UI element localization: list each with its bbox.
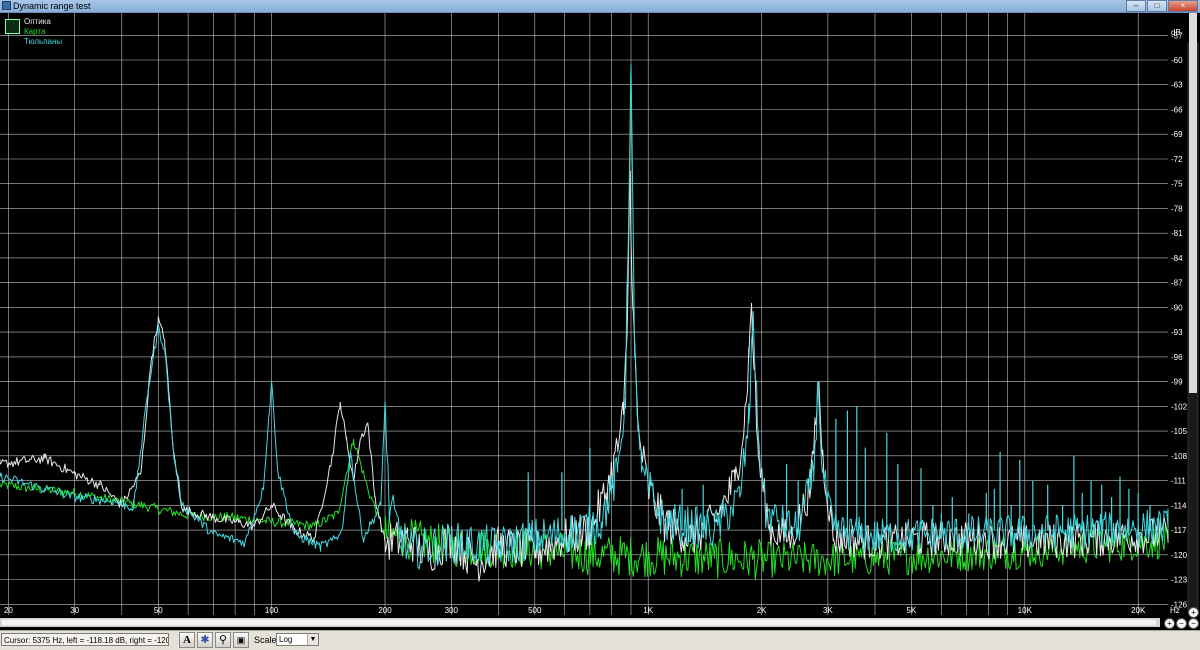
x-tick-label: 3K <box>823 606 833 615</box>
x-axis-unit: Hz <box>1170 606 1180 615</box>
x-tick-label: 10K <box>1018 606 1033 615</box>
legend-entry-tyulpany: Тюльпаны <box>24 37 63 46</box>
y-tick-label: -96 <box>1171 353 1183 362</box>
y-axis-unit: dB <box>1171 28 1181 37</box>
window-controls: – □ × <box>1126 0 1198 12</box>
x-tick-label: 300 <box>445 606 459 615</box>
x-tick-label: 500 <box>528 606 542 615</box>
x-tick-label: 5K <box>907 606 917 615</box>
y-tick-label: -75 <box>1171 180 1183 189</box>
x-tick-label: 30 <box>70 606 79 615</box>
x-tick-label: 1K <box>643 606 653 615</box>
y-tick-label: -102 <box>1171 402 1188 411</box>
x-tick-label: 20 <box>4 606 13 615</box>
horizontal-scrollbar-thumb[interactable] <box>0 618 1158 627</box>
y-tick-label: -93 <box>1171 328 1183 337</box>
window-title: Dynamic range test <box>13 1 91 11</box>
scale-label: Scale <box>254 635 277 645</box>
legend-entries: Оптика Карта Тюльпаны <box>24 17 62 47</box>
y-tick-label: -78 <box>1171 204 1183 213</box>
y-tick-label: -105 <box>1171 427 1188 436</box>
spectrum-chart[interactable]: -57-60-63-66-69-72-75-78-81-84-87-90-93-… <box>0 13 1200 630</box>
y-tick-label: -81 <box>1171 229 1183 238</box>
x-tick-label: 20K <box>1131 606 1146 615</box>
vertical-scrollbar-thumb[interactable] <box>1189 13 1197 393</box>
zoom-tool-icon[interactable]: ⚲ <box>215 632 231 648</box>
maximize-icon[interactable]: □ <box>1147 0 1167 12</box>
title-bar: Dynamic range test – □ × <box>0 0 1200 13</box>
scale-select[interactable]: Log ▼ <box>276 633 319 646</box>
cursor-readout: Cursor: 5375 Hz, left = -118.18 dB, righ… <box>1 633 169 646</box>
legend-entry-karta: Карта <box>24 27 46 36</box>
y-tick-label: -87 <box>1171 279 1183 288</box>
y-tick-label: -117 <box>1171 526 1187 535</box>
grid-icon[interactable] <box>5 19 20 34</box>
y-tick-label: -114 <box>1171 501 1187 510</box>
y-tick-label: -120 <box>1171 551 1188 560</box>
zoom-out-vertical-icon[interactable]: − <box>1188 618 1199 629</box>
x-tick-label: 200 <box>378 606 392 615</box>
save-icon[interactable]: ▣ <box>233 632 249 648</box>
y-tick-label: -72 <box>1171 155 1183 164</box>
y-tick-label: -90 <box>1171 303 1183 312</box>
minimize-icon[interactable]: – <box>1126 0 1146 12</box>
zoom-in-horizontal-icon[interactable]: + <box>1164 618 1175 629</box>
y-tick-label: -60 <box>1171 56 1183 65</box>
x-tick-label: 50 <box>154 606 163 615</box>
y-tick-label: -69 <box>1171 130 1183 139</box>
close-icon[interactable]: × <box>1168 0 1198 12</box>
text-annotation-icon[interactable]: A <box>179 632 195 648</box>
y-tick-label: -63 <box>1171 81 1183 90</box>
x-tick-label: 100 <box>265 606 279 615</box>
scale-select-value: Log <box>279 635 293 644</box>
settings-gear-icon[interactable]: ✱ <box>197 632 213 648</box>
status-bar: Cursor: 5375 Hz, left = -118.18 dB, righ… <box>0 630 1200 650</box>
y-tick-label: -66 <box>1171 106 1183 115</box>
y-tick-label: -111 <box>1171 477 1186 486</box>
y-tick-label: -99 <box>1171 378 1183 387</box>
zoom-in-vertical-icon[interactable]: + <box>1188 607 1199 618</box>
app-icon <box>2 1 11 10</box>
y-tick-label: -84 <box>1171 254 1183 263</box>
legend-entry-optika: Оптика <box>24 17 51 26</box>
x-tick-label: 2K <box>757 606 767 615</box>
y-tick-label: -123 <box>1171 576 1188 585</box>
chevron-down-icon: ▼ <box>307 634 318 645</box>
zoom-out-horizontal-icon[interactable]: − <box>1176 618 1187 629</box>
y-tick-label: -108 <box>1171 452 1188 461</box>
